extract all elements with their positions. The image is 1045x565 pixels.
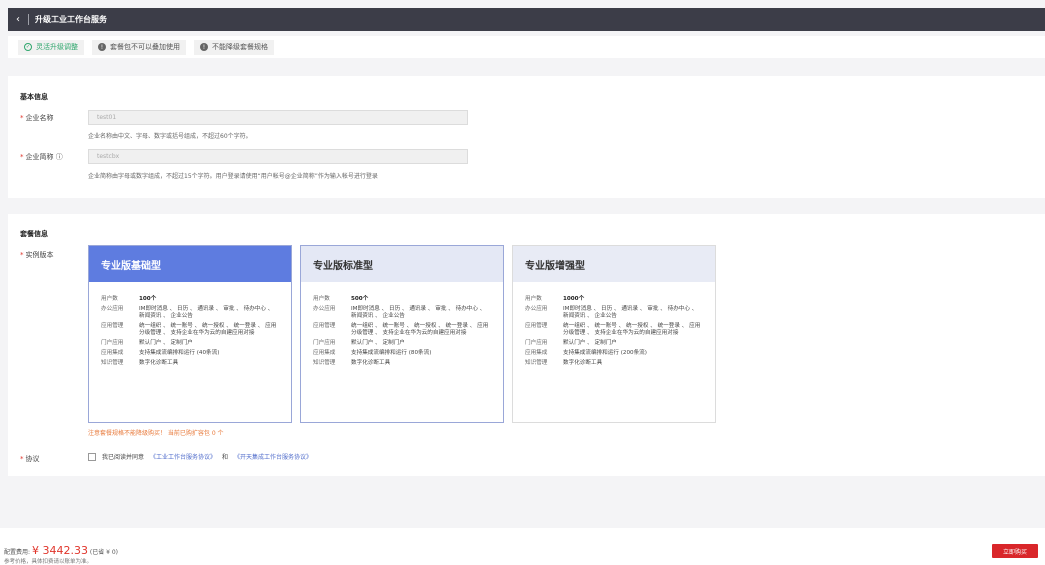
plan-row: 应用管理 统一组织 、 统一账号 、 统一授权 、 统一登录 、 应用分级管理 、… [525,323,701,336]
plan-row: 门户应用 默认门户 、 定制门户 [313,340,405,346]
plan-row: 办公应用 IM即时消息 、 日历 、 通讯录 、 审批 、 待办中心 、 新闻资讯… [525,306,698,319]
plan-row: 知识管理 数字化诊断工具 [525,360,603,366]
plan-row: 应用集成 支持集成流编排和运行 (80条流) [313,350,432,356]
agreement-label: * 协议 [20,455,40,463]
company-name-label: * 企业名称 [20,114,54,122]
company-name-field[interactable]: test01 [88,110,468,125]
plan-row: 门户应用 默认门户 、 定制门户 [525,340,617,346]
plan-row: 应用管理 统一组织 、 统一账号 、 统一授权 、 统一登录 、 应用分级管理 、… [101,323,277,336]
tag-label: 灵活升级调整 [36,43,78,51]
help-icon[interactable]: ⓘ [56,153,63,161]
plan-row: 门户应用 默认门户 、 定制门户 [101,340,193,346]
company-abbr-field[interactable]: testcbx [88,149,468,164]
page-title: 升级工业工作台服务 [35,15,107,24]
section-title-package: 套餐信息 [20,230,48,238]
company-abbr-label: * 企业简称 ⓘ [20,153,63,161]
tag-flexible-upgrade: ✓ 灵活升级调整 [18,39,84,55]
plan-row: 办公应用 IM即时消息 、 日历 、 通讯录 、 审批 、 待办中心 、 新闻资讯… [101,306,274,319]
tag-label: 套餐包不可以叠加使用 [110,43,180,51]
plan-card-enhanced[interactable]: 专业版增强型 用户数 1000个 办公应用 IM即时消息 、 日历 、 通讯录 、 … [512,245,716,423]
plan-row: 应用管理 统一组织 、 统一账号 、 统一授权 、 统一登录 、 应用分级管理 、… [313,323,489,336]
tag-label: 不能降级套餐规格 [212,43,268,51]
plan-card-basic[interactable]: 专业版基础型 用户数 100个 办公应用 IM即时消息 、 日历 、 通讯录 、 审… [88,245,292,423]
price-note: 参考价格，具体扣费请以账单为准。 [4,559,93,565]
plan-row: 用户数 1000个 [525,296,585,302]
check-circle-icon: ✓ [24,43,32,51]
chevron-left-icon[interactable]: ‹ [8,8,28,31]
agreement-link-integration[interactable]: 《开天集成工作台服务协议》 [234,452,312,461]
plan-row: 知识管理 数字化诊断工具 [101,360,179,366]
tag-no-stack: ! 套餐包不可以叠加使用 [92,39,186,55]
plan-name: 专业版标准型 [301,246,503,282]
plan-row: 用户数 500个 [313,296,369,302]
downgrade-warning: 注意套餐规格不能降级购买！ 当前已购扩容包 0 个 [88,430,224,437]
footer-bar: 配置费用: ¥ 3442.33 (已省 ¥ 0) 参考价格，具体扣费请以账单为准… [0,528,1045,565]
basic-info-panel: 基本信息 * 企业名称 test01 企业名称由中文、字母、数字或括号组成，不超过… [8,76,1045,198]
info-icon: ! [98,43,106,51]
agreement-and: 和 [222,454,229,461]
info-icon: ! [200,43,208,51]
agreement-checkbox[interactable] [88,452,96,461]
plan-row: 办公应用 IM即时消息 、 日历 、 通讯录 、 审批 、 待办中心 、 新闻资讯… [313,306,486,319]
plan-row: 用户数 100个 [101,296,157,302]
feature-tags: ✓ 灵活升级调整 ! 套餐包不可以叠加使用 ! 不能降级套餐规格 [8,36,1045,58]
agreement-link-industrial[interactable]: 《工业工作台服务协议》 [150,452,216,461]
plan-row: 应用集成 支持集成流编排和运行 (200条流) [525,350,647,356]
plan-name: 专业版基础型 [89,246,291,282]
tag-no-downgrade: ! 不能降级套餐规格 [194,39,274,55]
plan-row: 知识管理 数字化诊断工具 [313,360,391,366]
plan-name: 专业版增强型 [513,246,715,282]
top-bar: ‹ 升级工业工作台服务 [8,8,1045,31]
plan-row: 应用集成 支持集成流编排和运行 (40条流) [101,350,220,356]
company-name-hint: 企业名称由中文、字母、数字或括号组成，不超过60个字符。 [88,133,252,140]
price-block: 配置费用: ¥ 3442.33 (已省 ¥ 0) [4,544,118,557]
agreement-text: 我已阅读并同意 [102,454,145,461]
agreement-row: 我已阅读并同意 《工业工作台服务协议》 和 《开天集成工作台服务协议》 [88,452,312,461]
edition-label: * 实例版本 [20,251,54,259]
plan-card-standard[interactable]: 专业版标准型 用户数 500个 办公应用 IM即时消息 、 日历 、 通讯录 、 审… [300,245,504,423]
divider [28,14,29,25]
saved-amount: (已省 ¥ 0) [89,549,118,556]
section-title-basic: 基本信息 [20,93,48,101]
buy-now-button[interactable]: 立即购买 [992,544,1038,558]
price-value: ¥ 3442.33 [31,544,88,557]
company-abbr-hint: 企业简称由字母或数字组成，不超过15个字符。用户登录请使用“用户帐号@企业简称”… [88,173,378,180]
package-info-panel: 套餐信息 * 实例版本 专业版基础型 用户数 100个 办公应用 IM即时消息 、 日… [8,214,1045,476]
